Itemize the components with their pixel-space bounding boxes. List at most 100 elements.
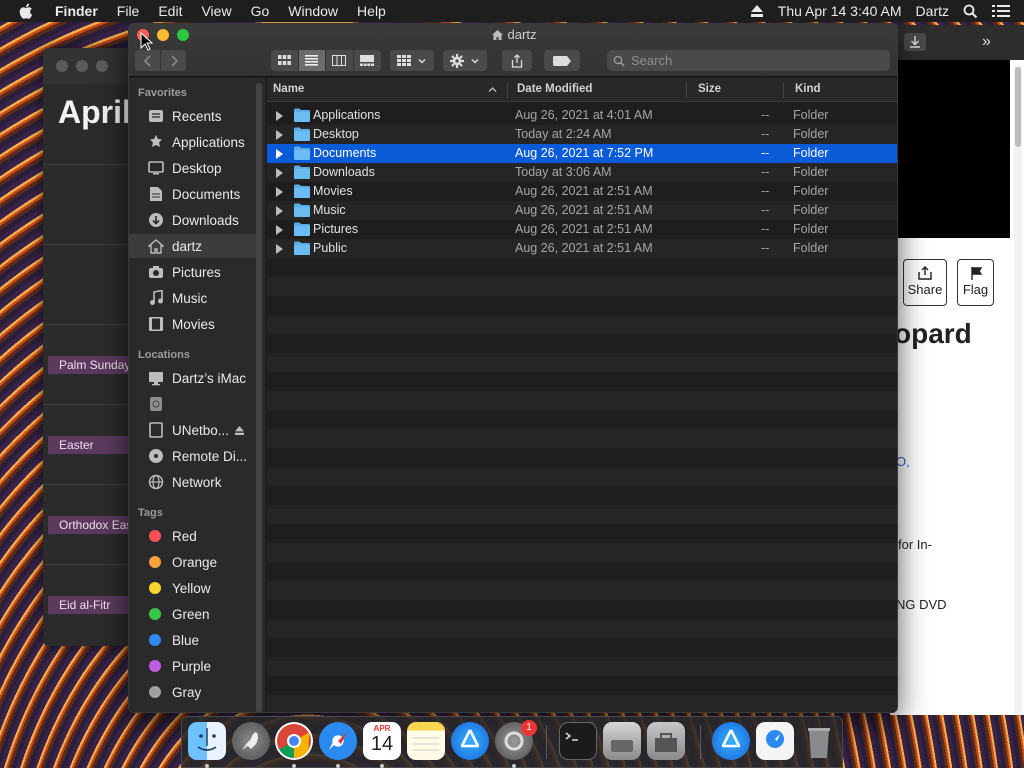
column-view-button[interactable] bbox=[326, 50, 354, 71]
disk-utility-icon[interactable] bbox=[603, 722, 641, 760]
file-row[interactable]: Public Aug 26, 2021 at 2:51 AM -- Folder bbox=[267, 239, 897, 258]
tag-button[interactable] bbox=[544, 50, 580, 71]
menubar-clock[interactable]: Thu Apr 14 3:40 AM bbox=[778, 3, 902, 19]
sidebar-item-disk-image[interactable] bbox=[129, 392, 259, 416]
column-header-size[interactable]: Size bbox=[698, 83, 721, 95]
calendar-close-button[interactable] bbox=[56, 60, 68, 72]
share-button[interactable]: Share bbox=[903, 259, 947, 306]
sidebar-tag-blue[interactable]: Blue bbox=[129, 628, 259, 652]
apple-icon[interactable] bbox=[17, 1, 37, 21]
finder-icon[interactable] bbox=[188, 722, 226, 760]
eject-icon[interactable] bbox=[235, 425, 245, 435]
share-toolbar-button[interactable] bbox=[502, 50, 532, 71]
eject-icon[interactable] bbox=[750, 5, 764, 17]
spotlight-search-icon[interactable] bbox=[963, 4, 978, 19]
calendar-zoom-button[interactable] bbox=[96, 60, 108, 72]
menu-view[interactable]: View bbox=[201, 3, 231, 19]
sidebar-item-music[interactable]: Music bbox=[129, 286, 259, 310]
column-separator[interactable] bbox=[507, 82, 508, 98]
chevron-right-double-icon[interactable]: » bbox=[982, 33, 991, 51]
file-row[interactable]: Applications Aug 26, 2021 at 4:01 AM -- Fol… bbox=[267, 106, 897, 125]
menubar-user[interactable]: Dartz bbox=[916, 3, 949, 19]
sidebar-item-desktop[interactable]: Desktop bbox=[129, 156, 259, 180]
terminal-icon[interactable] bbox=[559, 722, 597, 760]
calendar-minimize-button[interactable] bbox=[76, 60, 88, 72]
disclosure-triangle-icon[interactable] bbox=[276, 244, 283, 254]
column-header-name[interactable]: Name bbox=[273, 83, 304, 95]
article-link[interactable]: O, bbox=[896, 454, 910, 469]
group-by-button[interactable] bbox=[390, 50, 434, 71]
sort-ascending-chevron-icon[interactable] bbox=[488, 86, 497, 93]
sidebar-item-downloads[interactable]: Downloads bbox=[129, 208, 259, 232]
file-row[interactable]: Downloads Today at 3:06 AM -- Folder bbox=[267, 163, 897, 182]
chrome-icon[interactable] bbox=[275, 722, 313, 760]
menu-edit[interactable]: Edit bbox=[158, 3, 182, 19]
sidebar-item-movies[interactable]: Movies bbox=[129, 312, 259, 336]
sidebar-item-documents[interactable]: Documents bbox=[129, 182, 259, 206]
disclosure-triangle-icon[interactable] bbox=[276, 149, 283, 159]
disclosure-triangle-icon[interactable] bbox=[276, 206, 283, 216]
downloads-button[interactable] bbox=[904, 33, 926, 51]
icon-view-button[interactable] bbox=[271, 50, 299, 71]
calendar-icon[interactable]: APR 14 bbox=[363, 722, 401, 760]
file-row[interactable]: Music Aug 26, 2021 at 2:51 AM -- Folder bbox=[267, 201, 897, 220]
sidebar-item-recents[interactable]: Recents bbox=[129, 104, 259, 128]
launchpad-icon[interactable] bbox=[232, 722, 270, 760]
menu-go[interactable]: Go bbox=[251, 3, 270, 19]
column-separator[interactable] bbox=[783, 82, 784, 98]
sidebar-tag-orange[interactable]: Orange bbox=[129, 550, 259, 574]
safari-scroll-thumb[interactable] bbox=[1015, 67, 1021, 147]
sidebar-item-remote-disc[interactable]: Remote Di... bbox=[129, 444, 259, 468]
menu-window[interactable]: Window bbox=[288, 3, 338, 19]
disclosure-triangle-icon[interactable] bbox=[276, 130, 283, 140]
safari-icon[interactable] bbox=[319, 722, 357, 760]
file-row[interactable]: Documents Aug 26, 2021 at 7:52 PM -- Folder bbox=[267, 144, 897, 163]
column-separator[interactable] bbox=[686, 82, 687, 98]
file-date: Aug 26, 2021 at 2:51 AM bbox=[515, 184, 653, 198]
flag-button[interactable]: Flag bbox=[957, 259, 994, 306]
disclosure-triangle-icon[interactable] bbox=[276, 187, 283, 197]
chevron-down-icon bbox=[471, 58, 479, 63]
sidebar-tag-red[interactable]: Red bbox=[129, 524, 259, 548]
sidebar-tag-green[interactable]: Green bbox=[129, 602, 259, 626]
sidebar-item-network[interactable]: Network bbox=[129, 470, 259, 494]
notification-center-icon[interactable] bbox=[992, 4, 1010, 18]
gallery-view-button[interactable] bbox=[354, 50, 382, 71]
notes-icon[interactable] bbox=[407, 722, 445, 760]
sidebar-item-home[interactable]: dartz bbox=[129, 234, 259, 258]
sidebar-tag-yellow[interactable]: Yellow bbox=[129, 576, 259, 600]
disclosure-triangle-icon[interactable] bbox=[276, 111, 283, 121]
empty-row bbox=[267, 353, 897, 372]
trash-icon[interactable] bbox=[800, 722, 838, 760]
app-store-icon[interactable] bbox=[451, 722, 489, 760]
sidebar-tag-gray[interactable]: Gray bbox=[129, 680, 259, 704]
chrome-logo-icon bbox=[277, 724, 311, 758]
safari-scrollbar[interactable] bbox=[1014, 65, 1022, 715]
menu-help[interactable]: Help bbox=[357, 3, 386, 19]
utility-icon[interactable] bbox=[647, 722, 685, 760]
forward-button[interactable] bbox=[161, 50, 186, 71]
sidebar-item-unetbootin[interactable]: UNetbo... bbox=[129, 418, 259, 442]
list-view-button[interactable] bbox=[298, 50, 326, 71]
file-row[interactable]: Pictures Aug 26, 2021 at 2:51 AM -- Folder bbox=[267, 220, 897, 239]
disclosure-triangle-icon[interactable] bbox=[276, 168, 283, 178]
back-button[interactable] bbox=[135, 50, 160, 71]
menu-file[interactable]: File bbox=[117, 3, 140, 19]
sidebar-item-applications[interactable]: Applications bbox=[129, 130, 259, 154]
sidebar-item-pictures[interactable]: Pictures bbox=[129, 260, 259, 284]
sidebar-item-imac[interactable]: Dartz’s iMac bbox=[129, 366, 259, 390]
file-date: Today at 2:24 AM bbox=[515, 127, 612, 141]
sidebar-tag-purple[interactable]: Purple bbox=[129, 654, 259, 678]
disclosure-triangle-icon[interactable] bbox=[276, 225, 283, 235]
file-row[interactable]: Desktop Today at 2:24 AM -- Folder bbox=[267, 125, 897, 144]
app-store-folder-icon[interactable] bbox=[712, 722, 750, 760]
video-player[interactable] bbox=[890, 60, 1010, 238]
sidebar-scrollbar[interactable] bbox=[256, 83, 262, 712]
document-icon[interactable] bbox=[756, 722, 794, 760]
action-button[interactable] bbox=[443, 50, 487, 71]
column-header-date[interactable]: Date Modified bbox=[517, 83, 592, 95]
column-header-kind[interactable]: Kind bbox=[795, 83, 821, 95]
search-field[interactable]: Search bbox=[607, 50, 890, 71]
file-row[interactable]: Movies Aug 26, 2021 at 2:51 AM -- Folder bbox=[267, 182, 897, 201]
menu-app-name[interactable]: Finder bbox=[55, 3, 98, 19]
